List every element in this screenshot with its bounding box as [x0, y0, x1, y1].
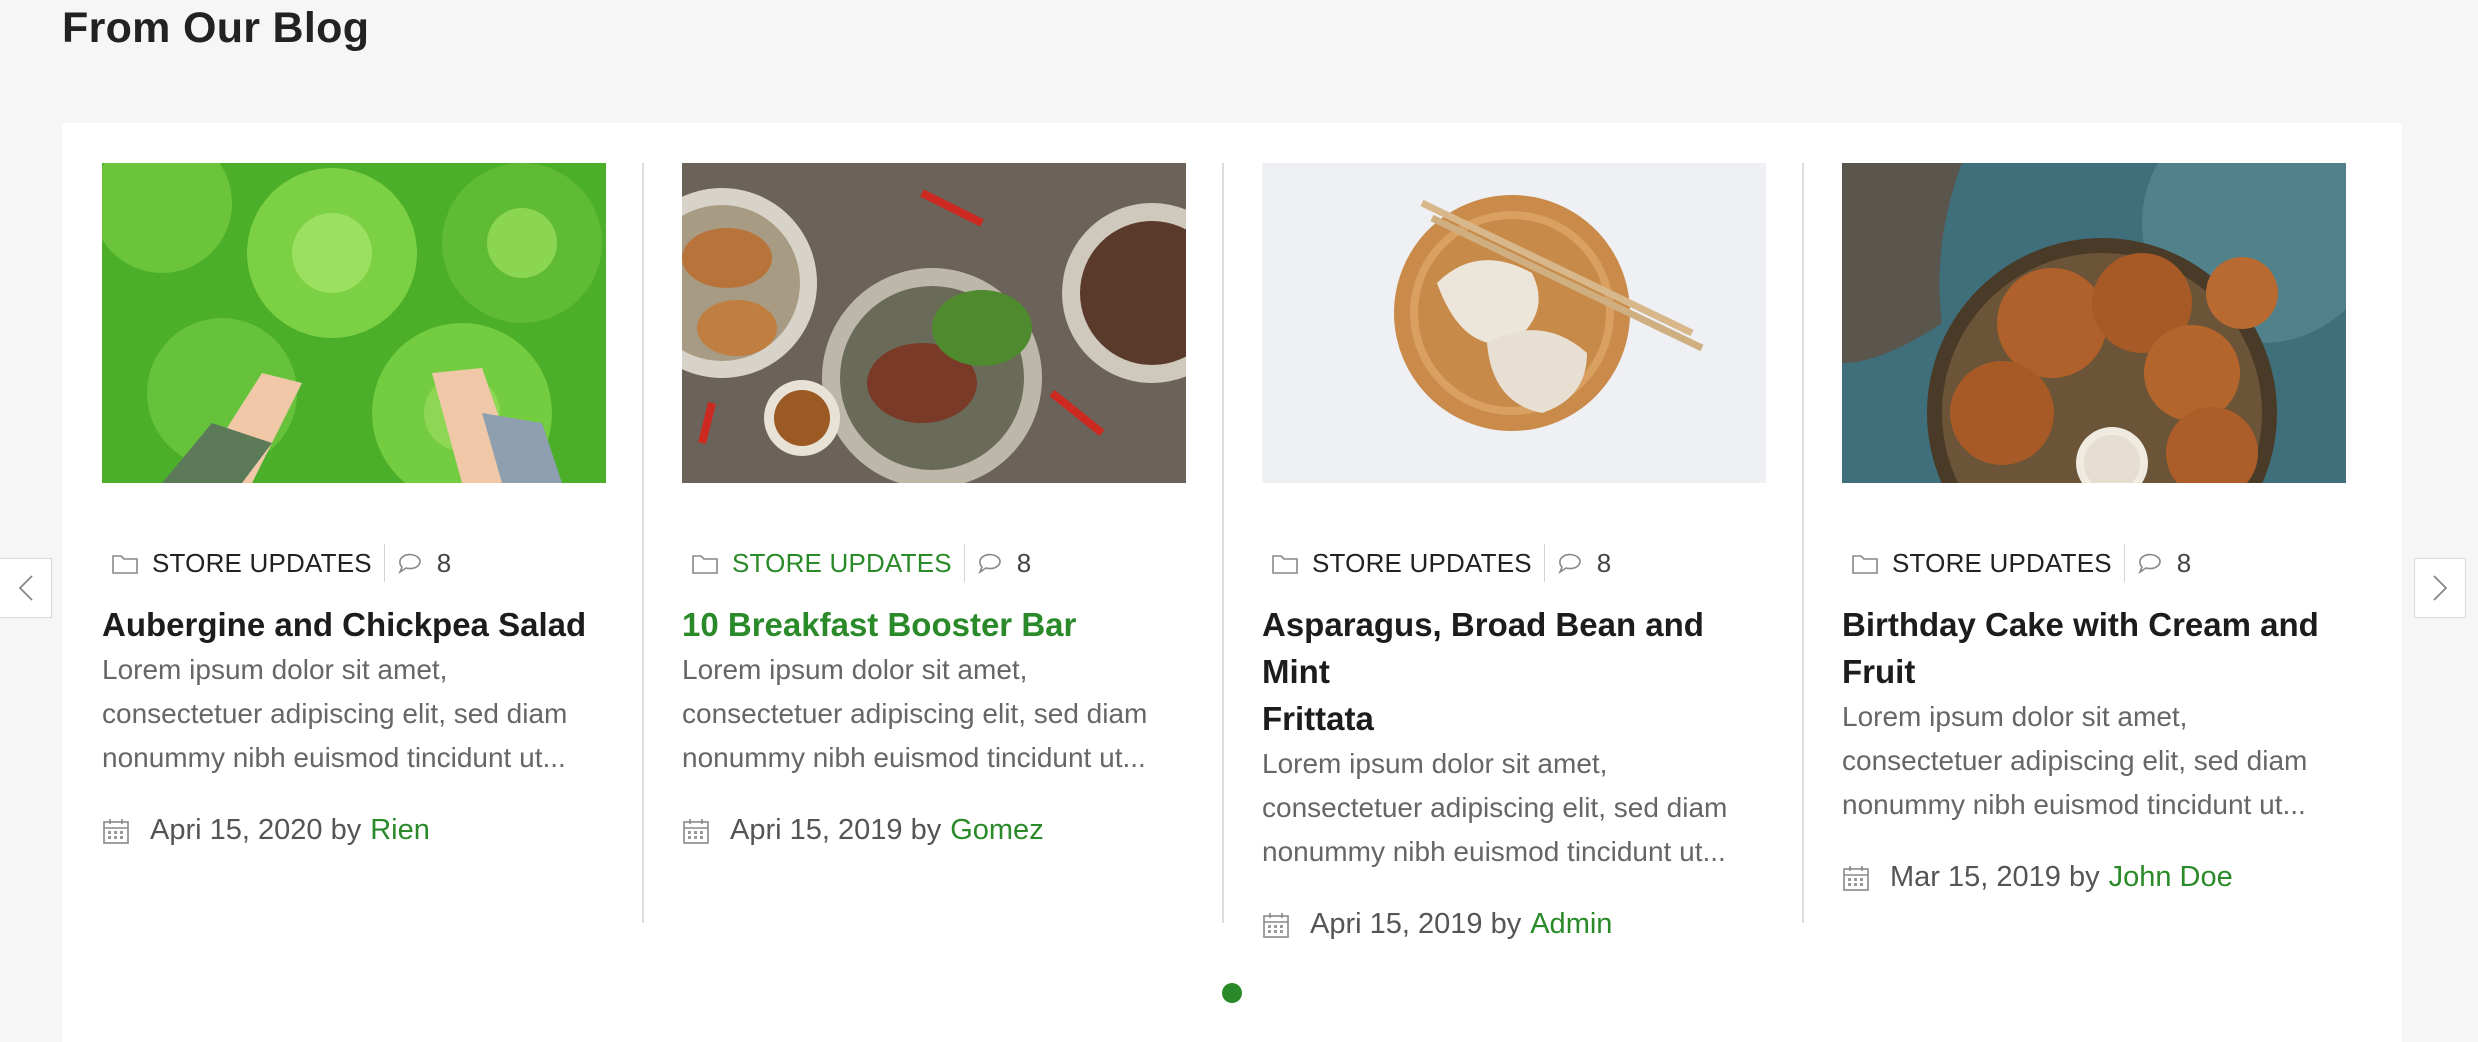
post-date: Apri 15, 2020 [150, 814, 323, 846]
excerpt-line: nonummy nibh euismod tincidunt ut... [102, 742, 566, 773]
excerpt-line: Lorem ipsum dolor sit amet, [682, 654, 1028, 685]
post-byline: Apri 15, 2020 by Rien [102, 814, 602, 847]
comment-count: 8 [436, 547, 452, 578]
title-line: Fruit [1842, 653, 1916, 690]
comment-count: 8 [1016, 547, 1032, 578]
chevron-left-icon [18, 575, 33, 601]
post-date: Apri 15, 2019 [1310, 908, 1483, 940]
post-byline: Apri 15, 2019 by Admin [1262, 908, 1762, 941]
post-author-link[interactable]: Rien [370, 814, 430, 847]
comments-icon [2138, 553, 2161, 574]
comment-count: 8 [2176, 547, 2192, 578]
title-line: Asparagus, Broad Bean and Mint [1262, 606, 1704, 690]
blog-card: STORE UPDATES 8 10 Breakfast Booster Bar… [642, 163, 1222, 923]
post-image-breakfast[interactable] [682, 163, 1186, 483]
excerpt-line: consectetuer adipiscing elit, sed diam [102, 698, 568, 729]
excerpt-line: Lorem ipsum dolor sit amet, [102, 654, 448, 685]
post-image-lettuce[interactable] [102, 163, 606, 483]
title-line: Birthday Cake with Cream and [1842, 606, 2319, 643]
comments-icon [1558, 553, 1581, 574]
excerpt-line: nonummy nibh euismod tincidunt ut... [682, 742, 1146, 773]
post-meta: STORE UPDATES 8 [102, 543, 602, 583]
excerpt-line: consectetuer adipiscing elit, sed diam [1262, 792, 1728, 823]
blog-card: STORE UPDATES 8 Birthday Cake with Cream… [1802, 163, 2382, 923]
title-line: Frittata [1262, 700, 1374, 737]
calendar-icon [1263, 912, 1289, 938]
post-meta: STORE UPDATES 8 [1842, 543, 2342, 583]
post-category-link[interactable]: STORE UPDATES [732, 548, 952, 579]
post-title-link[interactable]: Birthday Cake with Cream and Fruit [1842, 601, 2342, 695]
meta-divider [2123, 544, 2125, 582]
post-title-link[interactable]: 10 Breakfast Booster Bar [682, 601, 1182, 648]
carousel-dot-active[interactable] [1222, 983, 1242, 1003]
post-excerpt: Lorem ipsum dolor sit amet, consectetuer… [682, 648, 1202, 780]
by-label: by [330, 814, 362, 846]
post-excerpt: Lorem ipsum dolor sit amet, consectetuer… [102, 648, 622, 780]
post-byline: Mar 15, 2019 by John Doe [1842, 861, 2342, 894]
post-image-dumplings[interactable] [1262, 163, 1766, 483]
post-author-link[interactable]: Admin [1530, 908, 1612, 941]
by-label: by [2068, 861, 2100, 893]
excerpt-line: nonummy nibh euismod tincidunt ut... [1262, 836, 1726, 867]
post-image-cookies[interactable] [1842, 163, 2346, 483]
chevron-right-icon [2433, 575, 2448, 601]
post-category-link[interactable]: STORE UPDATES [152, 548, 372, 579]
comments-icon [978, 553, 1001, 574]
excerpt-line: nonummy nibh euismod tincidunt ut... [1842, 789, 2306, 820]
by-label: by [910, 814, 942, 846]
excerpt-line: Lorem ipsum dolor sit amet, [1842, 701, 2188, 732]
folder-icon [1272, 555, 1298, 574]
folder-icon [692, 555, 718, 574]
post-meta: STORE UPDATES 8 [682, 543, 1182, 583]
folder-icon [1852, 555, 1878, 574]
post-meta: STORE UPDATES 8 [1262, 543, 1762, 583]
post-title-link[interactable]: Aubergine and Chickpea Salad [102, 601, 602, 648]
calendar-icon [1843, 865, 1869, 891]
meta-divider [383, 544, 385, 582]
excerpt-line: consectetuer adipiscing elit, sed diam [1842, 745, 2308, 776]
section-title: From Our Blog [62, 4, 370, 52]
comments-icon [398, 553, 421, 574]
comment-count: 8 [1596, 547, 1612, 578]
meta-divider [963, 544, 965, 582]
post-category-link[interactable]: STORE UPDATES [1892, 548, 2112, 579]
post-date: Mar 15, 2019 [1890, 861, 2061, 893]
by-label: by [1490, 908, 1522, 940]
post-author-link[interactable]: Gomez [950, 814, 1043, 847]
folder-icon [112, 555, 138, 574]
post-title-link[interactable]: Asparagus, Broad Bean and Mint Frittata [1262, 601, 1762, 742]
blog-card: STORE UPDATES 8 Asparagus, Broad Bean an… [1222, 163, 1802, 940]
post-excerpt: Lorem ipsum dolor sit amet, consectetuer… [1262, 742, 1782, 874]
meta-divider [1543, 544, 1545, 582]
calendar-icon [103, 818, 129, 844]
calendar-icon [683, 818, 709, 844]
post-byline: Apri 15, 2019 by Gomez [682, 814, 1182, 847]
blog-card-track: STORE UPDATES 8 Aubergine and Chickpea S… [62, 123, 2402, 940]
excerpt-line: Lorem ipsum dolor sit amet, [1262, 748, 1608, 779]
blog-carousel: STORE UPDATES 8 Aubergine and Chickpea S… [62, 123, 2402, 1042]
post-excerpt: Lorem ipsum dolor sit amet, consectetuer… [1842, 695, 2362, 827]
post-category-link[interactable]: STORE UPDATES [1312, 548, 1532, 579]
carousel-next-button[interactable] [2414, 558, 2466, 618]
post-date: Apri 15, 2019 [730, 814, 903, 846]
carousel-prev-button[interactable] [0, 558, 52, 618]
blog-card: STORE UPDATES 8 Aubergine and Chickpea S… [62, 163, 642, 923]
excerpt-line: consectetuer adipiscing elit, sed diam [682, 698, 1148, 729]
post-author-link[interactable]: John Doe [2109, 861, 2233, 894]
